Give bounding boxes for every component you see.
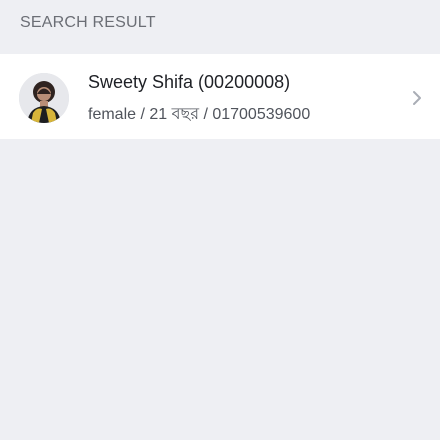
chevron-right-icon[interactable] — [409, 88, 425, 108]
patient-name: Sweety Shifa (00200008) — [88, 72, 291, 92]
search-result-page: SEARCH RESULT Sweety Shifa (00200008) fe… — [0, 0, 440, 440]
avatar — [19, 73, 69, 123]
patient-details: female / 21 বছর / 01700539600 — [88, 106, 311, 123]
person-photo-icon — [19, 73, 69, 123]
section-title: SEARCH RESULT — [20, 14, 156, 31]
